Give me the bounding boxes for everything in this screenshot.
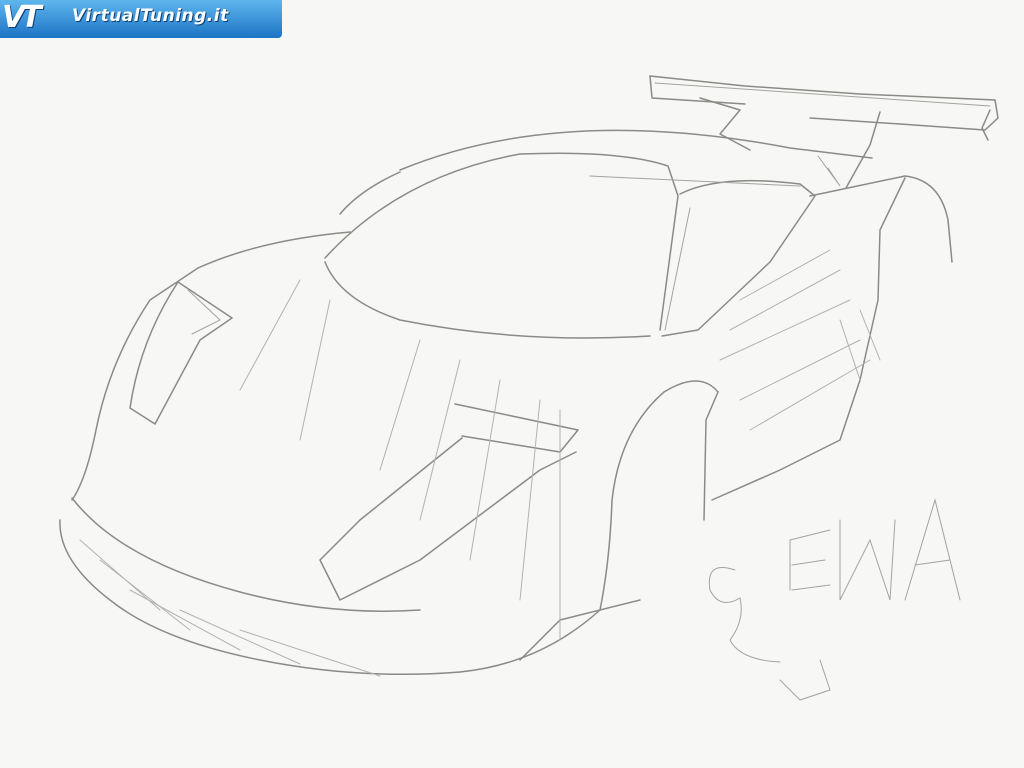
site-watermark: VT VirtualTuning.it — [0, 0, 282, 38]
rear-wing — [649, 75, 999, 189]
car-body — [59, 171, 953, 676]
watermark-text: VirtualTuning.it — [72, 6, 229, 26]
car-sketch — [59, 75, 999, 701]
cabin — [324, 129, 873, 339]
vt-logo: VT — [2, 0, 42, 35]
shading — [79, 249, 881, 677]
headlights — [129, 281, 579, 601]
signature — [708, 498, 961, 701]
